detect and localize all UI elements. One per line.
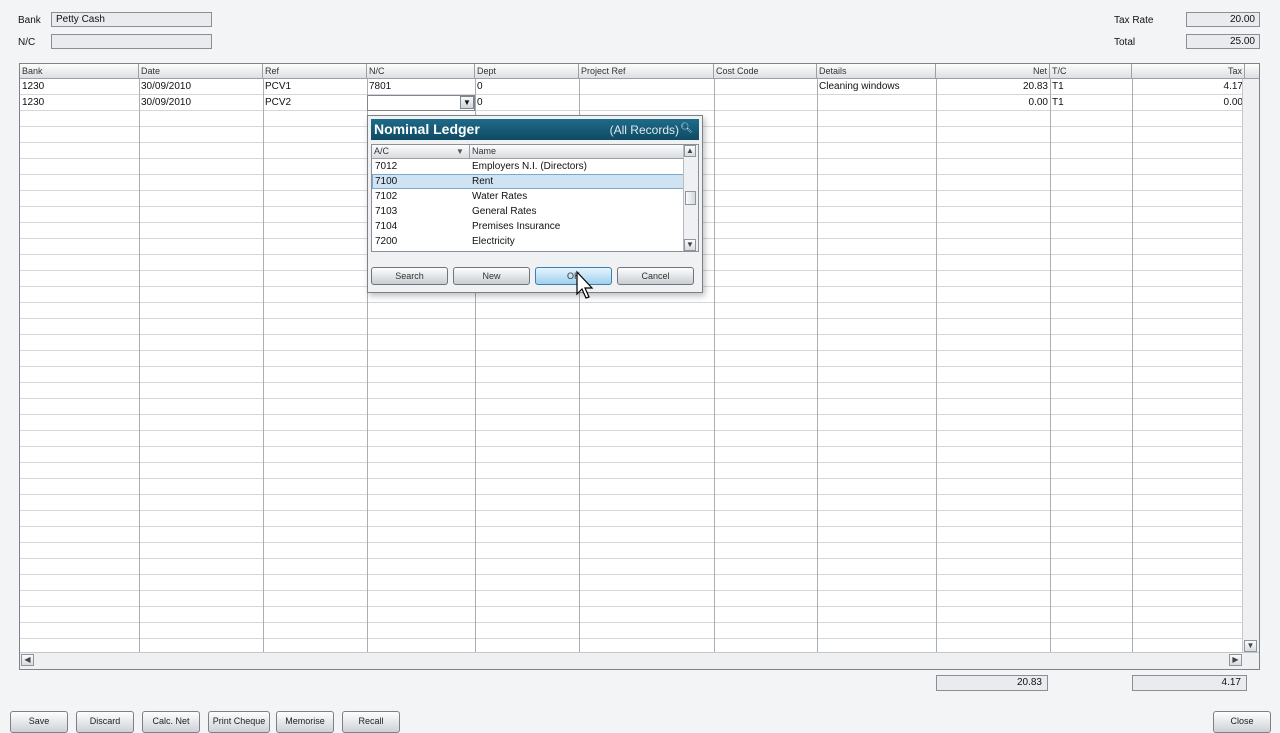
ok-button[interactable]: OK	[535, 267, 612, 285]
col-dept-header[interactable]: Dept	[475, 64, 579, 78]
cell-bank[interactable]: 1230	[20, 95, 139, 111]
scroll-down-icon[interactable]: ▼	[684, 239, 696, 251]
cell-dept[interactable]: 0	[475, 79, 579, 95]
cancel-button[interactable]: Cancel	[617, 267, 694, 285]
cell-tc[interactable]: T1	[1050, 79, 1132, 95]
col-details-header[interactable]: Details	[817, 64, 936, 78]
total-field: 25.00	[1186, 34, 1260, 49]
account-name: Electricity	[472, 236, 515, 247]
list-item[interactable]: 7103 General Rates	[372, 204, 684, 219]
dialog-title: Nominal Ledger	[374, 121, 480, 137]
net-total: 20.83	[936, 675, 1048, 691]
cell-net[interactable]: 0.00	[936, 95, 1050, 111]
grid-header: Bank Date Ref N/C Dept Project Ref Cost …	[20, 64, 1259, 79]
nominal-account-list[interactable]: A/C ▼ Name 7012 Employers N.I. (Director…	[371, 144, 699, 252]
memorise-button[interactable]: Memorise	[276, 711, 334, 733]
dialog-subtitle: (All Records)	[609, 123, 679, 137]
calc-net-button[interactable]: Calc. Net	[142, 711, 200, 733]
nc-field[interactable]	[51, 34, 212, 49]
col-nc-header[interactable]: N/C	[367, 64, 475, 78]
nc-dropdown-cell[interactable]	[367, 95, 475, 111]
account-code: 7103	[375, 206, 398, 217]
cell-tax[interactable]: 0.00	[1132, 95, 1243, 111]
cell-tc[interactable]: T1	[1050, 95, 1132, 111]
cell-date[interactable]: 30/09/2010	[139, 79, 263, 95]
cell-cost-code[interactable]	[714, 95, 817, 111]
col-ref-header[interactable]: Ref	[263, 64, 367, 78]
scroll-up-icon[interactable]: ▲	[684, 145, 696, 157]
cell-project-ref[interactable]	[579, 95, 714, 111]
cell-tax[interactable]: 4.17	[1132, 79, 1243, 95]
table-row[interactable]: 1230 30/09/2010 PCV2 ▼ 0 0.00 T1 0.00	[20, 95, 1243, 111]
scroll-left-icon[interactable]: ◀	[21, 654, 34, 666]
scrollbar-thumb[interactable]	[685, 191, 696, 205]
discard-button[interactable]: Discard	[76, 711, 134, 733]
list-scrollbar[interactable]: ▲ ▼	[683, 145, 698, 251]
nc-label: N/C	[18, 37, 36, 48]
table-row[interactable]: 1230 30/09/2010 PCV1 7801 0 Cleaning win…	[20, 79, 1243, 95]
account-name: Water Rates	[472, 191, 528, 202]
tax-total: 4.17	[1132, 675, 1247, 691]
bank-label: Bank	[18, 15, 41, 26]
col-project-ref-header[interactable]: Project Ref	[579, 64, 714, 78]
list-item[interactable]: 7102 Water Rates	[372, 189, 684, 204]
col-name-header[interactable]: Name	[470, 145, 686, 158]
recall-button[interactable]: Recall	[342, 711, 400, 733]
col-net-header[interactable]: Net	[936, 64, 1050, 78]
cell-details[interactable]: Cleaning windows	[817, 79, 936, 95]
cell-project-ref[interactable]	[579, 79, 714, 95]
account-name: General Rates	[472, 206, 537, 217]
col-date-header[interactable]: Date	[139, 64, 263, 78]
col-bank-header[interactable]: Bank	[20, 64, 139, 78]
cell-details[interactable]	[817, 95, 936, 111]
list-item[interactable]: 7012 Employers N.I. (Directors)	[372, 159, 684, 174]
bank-field[interactable]: Petty Cash	[51, 12, 212, 27]
tax-rate-label: Tax Rate	[1114, 15, 1154, 26]
account-code: 7100	[375, 176, 398, 187]
cell-nc[interactable]: 7801	[367, 79, 475, 95]
cell-date[interactable]: 30/09/2010	[139, 95, 263, 111]
new-button[interactable]: New	[453, 267, 530, 285]
cell-ref[interactable]: PCV2	[263, 95, 367, 111]
col-tc-header[interactable]: T/C	[1050, 64, 1132, 78]
scroll-down-icon[interactable]: ▼	[1244, 640, 1257, 652]
close-button[interactable]: Close	[1213, 711, 1271, 733]
vertical-scrollbar[interactable]: ▼	[1242, 79, 1259, 653]
tax-rate-field: 20.00	[1186, 12, 1260, 27]
chevron-down-icon[interactable]: ▼	[460, 96, 474, 109]
mouse-pointer-icon	[576, 270, 594, 299]
list-item[interactable]: 7104 Premises Insurance	[372, 219, 684, 234]
cell-cost-code[interactable]	[714, 79, 817, 95]
save-button[interactable]: Save	[10, 711, 68, 733]
list-header: A/C ▼ Name	[372, 145, 684, 159]
list-item[interactable]: 7200 Electricity	[372, 234, 684, 249]
horizontal-scrollbar[interactable]: ◀ ▶	[20, 652, 1259, 669]
sort-desc-icon: ▼	[456, 147, 464, 156]
col-tax-header[interactable]: Tax	[1132, 64, 1245, 78]
magnifier-icon[interactable]: 🔍︎	[680, 123, 693, 134]
account-code: 7102	[375, 191, 398, 202]
cell-bank[interactable]: 1230	[20, 79, 139, 95]
account-name: Premises Insurance	[472, 221, 561, 232]
list-item-selected[interactable]: 7100 Rent	[372, 174, 684, 189]
account-code: 7104	[375, 221, 398, 232]
cell-net[interactable]: 20.83	[936, 79, 1050, 95]
cell-dept[interactable]: 0	[475, 95, 579, 111]
account-name: Rent	[472, 176, 494, 187]
account-name: Employers N.I. (Directors)	[472, 161, 588, 172]
cell-ref[interactable]: PCV1	[263, 79, 367, 95]
col-cost-code-header[interactable]: Cost Code	[714, 64, 817, 78]
nominal-ledger-dialog[interactable]: Nominal Ledger (All Records) 🔍︎ A/C ▼ Na…	[367, 115, 703, 293]
total-label: Total	[1114, 37, 1136, 48]
account-code: 7012	[375, 161, 398, 172]
dialog-titlebar: Nominal Ledger (All Records) 🔍︎	[371, 119, 699, 140]
search-button[interactable]: Search	[371, 267, 448, 285]
print-cheque-button[interactable]: Print Cheque	[208, 711, 270, 733]
scroll-right-icon[interactable]: ▶	[1229, 654, 1242, 666]
account-code: 7200	[375, 236, 398, 247]
